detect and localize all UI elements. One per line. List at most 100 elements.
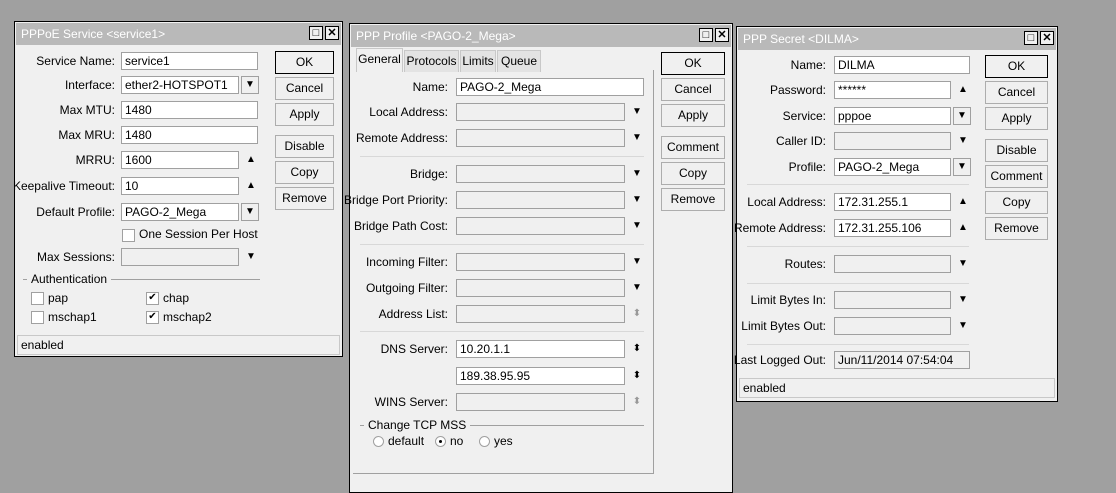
auth-checkbox-1[interactable]: ✔ <box>146 292 159 305</box>
dropdown-button[interactable]: ▼ <box>241 76 259 94</box>
dropdown-arrow-icon[interactable]: ▼ <box>245 248 257 266</box>
dropdown-arrow-icon[interactable]: ▼ <box>957 255 969 273</box>
expand-up-icon[interactable]: ▲ <box>957 81 969 99</box>
button-2[interactable]: Apply <box>985 107 1048 130</box>
field-4-label: Profile: <box>788 160 826 174</box>
field-5-input[interactable]: 172.31.255.1 <box>834 193 951 211</box>
field-0-input[interactable]: DILMA <box>834 56 970 74</box>
field-5-input[interactable]: 10 <box>121 177 239 195</box>
field-9-input[interactable]: 10.20.1.1 <box>456 340 625 358</box>
tab-1[interactable]: Protocols <box>404 50 459 72</box>
field-7-input[interactable] <box>121 248 239 266</box>
button-6[interactable]: Remove <box>985 217 1048 240</box>
close-button[interactable]: ✕ <box>1040 31 1054 45</box>
button-1[interactable]: Cancel <box>985 81 1048 104</box>
close-button[interactable]: ✕ <box>325 26 339 40</box>
dropdown-arrow-icon[interactable]: ▼ <box>957 291 969 309</box>
close-button[interactable]: ✕ <box>715 28 729 42</box>
button-3[interactable]: Comment <box>661 136 725 159</box>
field-9-input[interactable] <box>834 317 951 335</box>
auth-checkbox-2[interactable] <box>31 311 44 324</box>
field-4-input[interactable]: 1600 <box>121 151 239 169</box>
up-down-icon[interactable]: ⬍ <box>631 393 643 411</box>
maximize-button[interactable]: □ <box>1024 31 1038 45</box>
button-0[interactable]: OK <box>275 51 334 74</box>
expand-up-icon[interactable]: ▲ <box>957 193 969 211</box>
tcp-mss-radio-yes[interactable] <box>479 436 490 447</box>
field-2-input[interactable] <box>456 129 625 147</box>
field-6-label: Remote Address: <box>733 221 826 235</box>
auth-label-3: mschap2 <box>163 310 212 324</box>
dropdown-arrow-icon[interactable]: ▼ <box>631 217 643 235</box>
field-6-label: Default Profile: <box>36 205 115 219</box>
field-8-input[interactable] <box>834 291 951 309</box>
field-6-input[interactable]: PAGO-2_Mega <box>121 203 239 221</box>
expand-up-icon[interactable]: ▲ <box>245 151 257 169</box>
tcp-mss-radio-no[interactable] <box>435 436 446 447</box>
tab-3[interactable]: Queue <box>497 50 541 72</box>
field-2-input[interactable]: 1480 <box>121 101 258 119</box>
field-0-input[interactable]: service1 <box>121 52 258 70</box>
button-4[interactable]: Comment <box>985 165 1048 188</box>
up-down-icon[interactable]: ⬍ <box>631 305 643 323</box>
button-5[interactable]: Copy <box>985 191 1048 214</box>
up-down-icon[interactable]: ⬍ <box>631 367 643 385</box>
field-6-input[interactable]: 172.31.255.106 <box>834 219 951 237</box>
button-0[interactable]: OK <box>661 52 725 75</box>
auth-label-2: mschap1 <box>48 310 97 324</box>
dropdown-button[interactable]: ▼ <box>953 158 971 176</box>
field-10-input[interactable]: 189.38.95.95 <box>456 367 625 385</box>
field-1-input[interactable] <box>456 103 625 121</box>
field-6-input[interactable] <box>456 253 625 271</box>
dropdown-arrow-icon[interactable]: ▼ <box>957 132 969 150</box>
up-down-icon[interactable]: ⬍ <box>631 340 643 358</box>
field-4-input[interactable] <box>456 191 625 209</box>
field-3-input[interactable]: 1480 <box>121 126 258 144</box>
field-8-input[interactable] <box>456 305 625 323</box>
button-3[interactable]: Disable <box>985 139 1048 162</box>
expand-up-icon[interactable]: ▲ <box>957 219 969 237</box>
dropdown-arrow-icon[interactable]: ▼ <box>631 279 643 297</box>
button-5[interactable]: Remove <box>275 187 334 210</box>
dropdown-arrow-icon[interactable]: ▼ <box>631 103 643 121</box>
field-7-input[interactable] <box>456 279 625 297</box>
button-1[interactable]: Cancel <box>275 77 334 100</box>
button-4[interactable]: Copy <box>275 161 334 184</box>
tab-2[interactable]: Limits <box>460 50 496 72</box>
field-11-input[interactable] <box>456 393 625 411</box>
field-2-input[interactable]: pppoe <box>834 107 951 125</box>
field-1-input[interactable]: ether2-HOTSPOT1 <box>121 76 239 94</box>
one-session-checkbox[interactable] <box>122 229 135 242</box>
tcp-mss-label-yes: yes <box>494 434 513 448</box>
field-6-label: Incoming Filter: <box>365 255 448 269</box>
field-5-input[interactable] <box>456 217 625 235</box>
expand-up-icon[interactable]: ▲ <box>245 177 257 195</box>
field-0-label: Name: <box>412 80 448 94</box>
dropdown-arrow-icon[interactable]: ▼ <box>631 165 643 183</box>
dropdown-arrow-icon[interactable]: ▼ <box>631 253 643 271</box>
button-2[interactable]: Apply <box>275 103 334 126</box>
dropdown-button[interactable]: ▼ <box>953 107 971 125</box>
field-3-input[interactable] <box>456 165 625 183</box>
dropdown-arrow-icon[interactable]: ▼ <box>631 191 643 209</box>
button-5[interactable]: Remove <box>661 188 725 211</box>
maximize-button[interactable]: □ <box>309 26 323 40</box>
auth-checkbox-3[interactable]: ✔ <box>146 311 159 324</box>
dropdown-button[interactable]: ▼ <box>241 203 259 221</box>
field-0-input[interactable]: PAGO-2_Mega <box>456 78 644 96</box>
tcp-mss-radio-default[interactable] <box>373 436 384 447</box>
button-4[interactable]: Copy <box>661 162 725 185</box>
dropdown-arrow-icon[interactable]: ▼ <box>957 317 969 335</box>
button-3[interactable]: Disable <box>275 135 334 158</box>
maximize-button[interactable]: □ <box>699 28 713 42</box>
field-7-input[interactable] <box>834 255 951 273</box>
field-3-input[interactable] <box>834 132 951 150</box>
dropdown-arrow-icon[interactable]: ▼ <box>631 129 643 147</box>
field-4-input[interactable]: PAGO-2_Mega <box>834 158 951 176</box>
tab-0[interactable]: General <box>356 48 403 72</box>
button-0[interactable]: OK <box>985 55 1048 78</box>
field-1-input[interactable]: ****** <box>834 81 951 99</box>
auth-checkbox-0[interactable] <box>31 292 44 305</box>
button-1[interactable]: Cancel <box>661 78 725 101</box>
button-2[interactable]: Apply <box>661 104 725 127</box>
